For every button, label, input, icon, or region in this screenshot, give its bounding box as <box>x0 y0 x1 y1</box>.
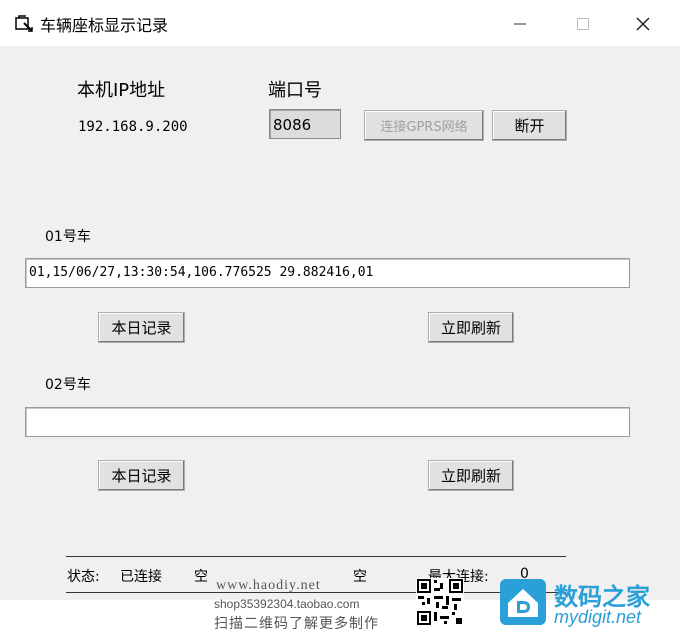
minimize-icon <box>514 23 526 25</box>
port-label: 端口号 <box>268 80 322 101</box>
maximize-button[interactable] <box>568 10 598 38</box>
vehicle-01-field[interactable]: 01,15/06/27,13:30:54,106.776525 29.88241… <box>25 258 630 288</box>
qr-code-image <box>416 578 464 626</box>
connect-gprs-button[interactable]: 连接GPRS网络 <box>364 110 484 141</box>
watermark-caption: 扫描二维码了解更多制作 <box>214 616 379 632</box>
minimize-button[interactable] <box>505 10 535 38</box>
vehicle-02-field[interactable] <box>25 407 630 437</box>
vehicle-01-records-button[interactable]: 本日记录 <box>98 312 185 343</box>
vehicle-01-label: 01号车 <box>45 229 91 245</box>
maximize-icon <box>577 18 589 30</box>
brand-url: mydigit.net <box>554 607 642 627</box>
port-field[interactable]: 8086 <box>269 109 341 139</box>
vehicle-01-refresh-button[interactable]: 立即刷新 <box>428 312 514 343</box>
brand-house-icon <box>500 579 546 625</box>
close-button[interactable] <box>628 10 658 38</box>
watermark-shop: shop35392304.taobao.com <box>214 597 360 611</box>
vehicle-02-records-button[interactable]: 本日记录 <box>98 460 185 491</box>
title-bar: 车辆座标显示记录 <box>0 0 680 46</box>
vehicle-02-refresh-button[interactable]: 立即刷新 <box>428 460 514 491</box>
close-icon <box>636 17 650 31</box>
status-divider-top <box>66 556 566 557</box>
status-empty-2: 空 <box>353 569 367 585</box>
status-value: 已连接 <box>120 569 162 585</box>
app-icon <box>15 15 33 32</box>
status-label: 状态: <box>67 569 100 585</box>
window-title: 车辆座标显示记录 <box>40 16 169 35</box>
ip-value: 192.168.9.200 <box>78 119 188 135</box>
ip-label: 本机IP地址 <box>77 80 166 101</box>
watermark-site: www.haodiy.net <box>216 578 321 593</box>
status-empty-1: 空 <box>194 569 208 585</box>
brand-logo: 数码之家 mydigit.net <box>498 575 680 630</box>
vehicle-02-label: 02号车 <box>45 377 91 393</box>
disconnect-button[interactable]: 断开 <box>492 110 567 141</box>
app-window: 车辆座标显示记录 本机IP地址 192.168.9.200 端口号 8086 连… <box>0 0 680 600</box>
